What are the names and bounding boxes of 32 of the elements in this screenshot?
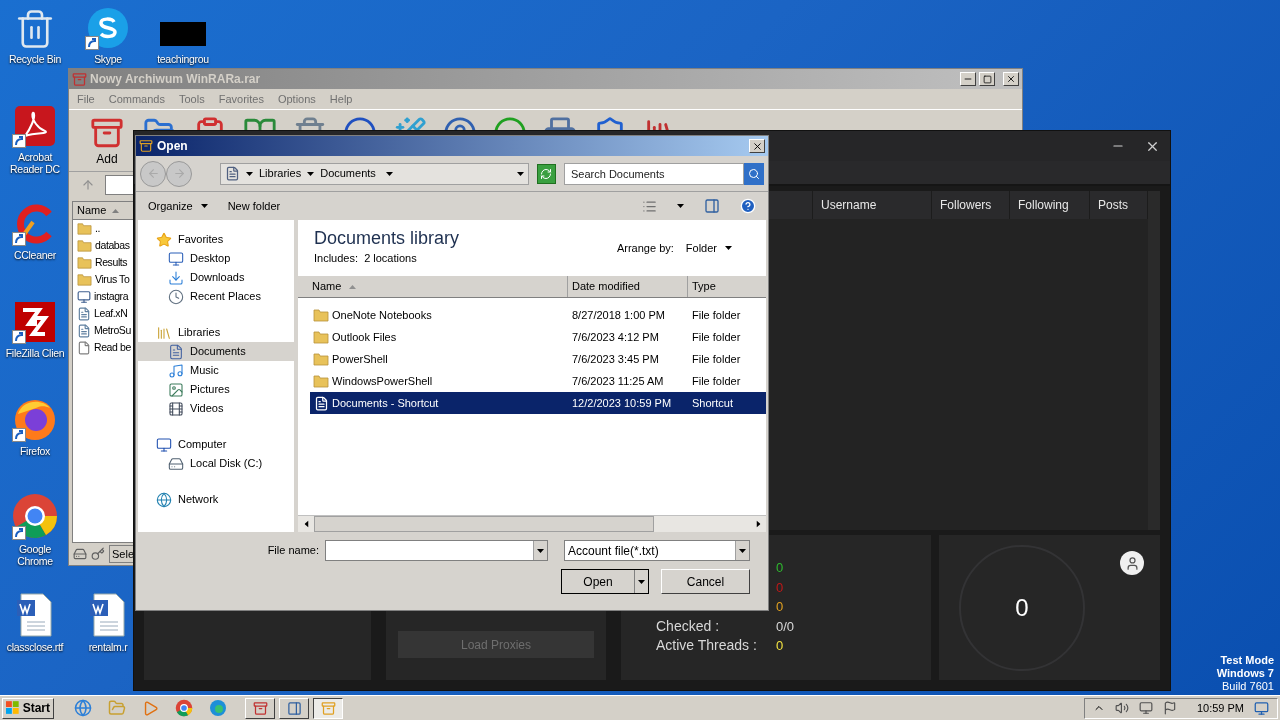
stat-value: 0 xyxy=(776,578,784,597)
file-name: PowerShell xyxy=(332,351,389,367)
file-date: 7/6/2023 11:25 AM xyxy=(572,373,665,389)
stat-value: 0 xyxy=(776,559,784,577)
library-title: Documents library xyxy=(314,227,461,250)
window-title: Nowy Archiwum WinRARa.rar xyxy=(90,71,262,88)
arrange-label: Arrange by: xyxy=(616,241,674,256)
library-subtitle: Includes: 2 locations xyxy=(314,251,418,266)
stat-label: Checked : xyxy=(656,616,720,636)
file-date: 7/6/2023 3:45 PM xyxy=(572,351,660,367)
file-type: File folder xyxy=(692,329,742,345)
file-type: File folder xyxy=(692,307,742,323)
os-notice-line: Test Mode xyxy=(1220,654,1274,667)
dialog-title: Open xyxy=(157,138,189,155)
file-name: Documents - Shortcut xyxy=(332,395,440,411)
file-name-label: File name: xyxy=(267,543,319,559)
os-notice-line: Build 7601 xyxy=(1222,680,1274,693)
os-notice-line: Windows 7 xyxy=(1216,667,1274,680)
file-type: Shortcut xyxy=(692,395,734,411)
file-date: 12/2/2023 10:59 PM xyxy=(572,395,673,411)
file-name: OneNote Notebooks xyxy=(332,307,433,323)
gauge-value: 0 xyxy=(1015,592,1029,623)
file-name: Outlook Files xyxy=(332,329,398,345)
file-date: 8/27/2018 1:00 PM xyxy=(572,307,666,323)
file-name: WindowsPowerShell xyxy=(332,373,434,389)
stat-value: 0 xyxy=(776,598,784,616)
file-date: 7/6/2023 4:12 PM xyxy=(572,329,660,345)
file-type: File folder xyxy=(692,373,742,389)
stat-label: Active Threads : xyxy=(656,636,757,656)
stat-value: 0 xyxy=(776,637,784,655)
file-type: File folder xyxy=(692,351,742,367)
stat-value: 0/0 xyxy=(776,617,795,636)
